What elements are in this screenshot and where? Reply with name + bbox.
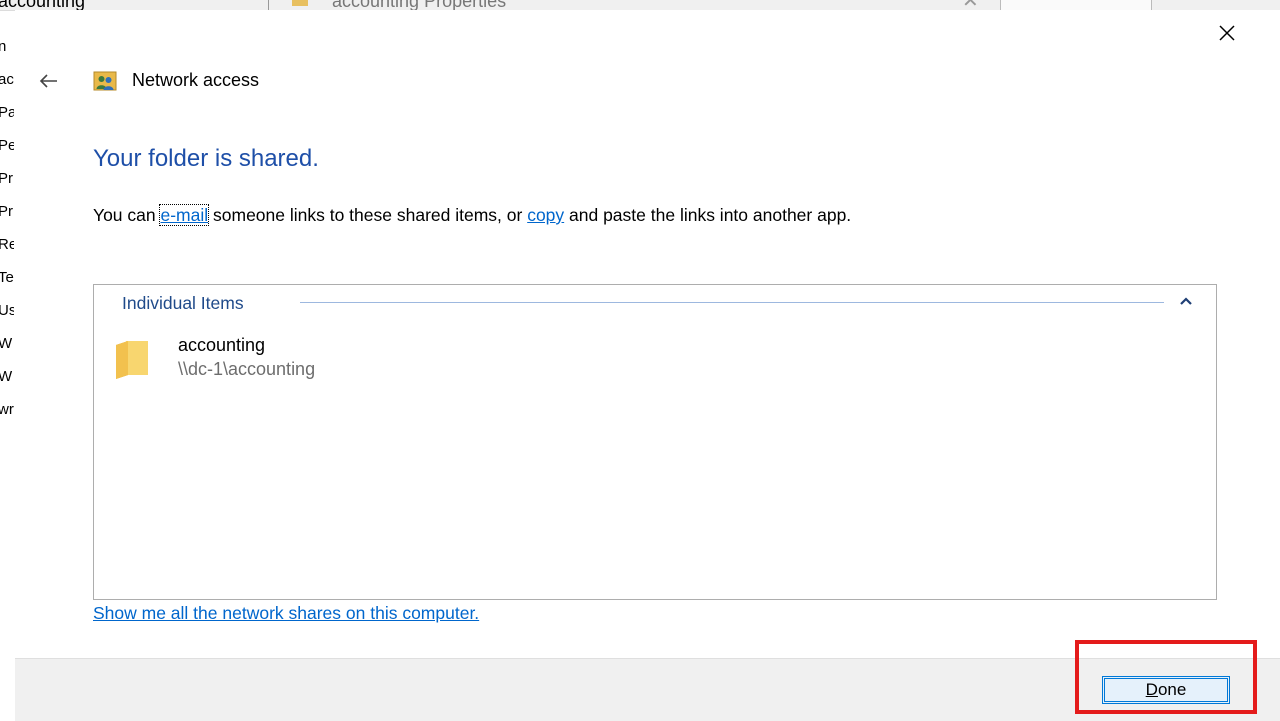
close-button[interactable] xyxy=(1210,16,1244,50)
list-item: Pr xyxy=(0,170,13,187)
list-item: Pa xyxy=(0,104,14,121)
collapse-group-button[interactable] xyxy=(1174,289,1198,313)
dialog-title: Network access xyxy=(132,70,260,90)
page-title: Your folder is shared. xyxy=(93,145,319,172)
close-icon xyxy=(1219,25,1235,41)
list-item: Te xyxy=(0,269,14,286)
done-button[interactable]: Done xyxy=(1102,676,1230,704)
list-item: wr xyxy=(0,401,14,418)
divider xyxy=(268,0,269,10)
background-window-control xyxy=(1000,0,1152,10)
background-list: n ac Pa Pe Pr Pr Re Te Us W W wr xyxy=(0,30,14,426)
network-access-dialog: Network access Your folder is shared. Yo… xyxy=(15,10,1280,721)
button-mnemonic: D xyxy=(1145,680,1158,699)
folder-icon xyxy=(116,341,148,379)
show-network-shares-link[interactable]: Show me all the network shares on this c… xyxy=(93,603,479,624)
list-item: Pr xyxy=(0,203,13,220)
copy-link[interactable]: copy xyxy=(527,205,564,225)
list-item: ac xyxy=(0,71,14,88)
list-item: Pe xyxy=(0,137,14,154)
shared-items-list: Individual Items accounting \\dc-1\accou… xyxy=(93,284,1217,600)
share-description: You can e-mail someone links to these sh… xyxy=(93,204,852,226)
back-arrow-icon xyxy=(39,74,57,88)
list-item: Re xyxy=(0,236,14,253)
network-users-icon xyxy=(93,71,117,91)
description-text: someone links to these shared items, or xyxy=(208,205,528,225)
list-item[interactable]: accounting \\dc-1\accounting xyxy=(112,333,812,383)
list-item: W xyxy=(0,368,13,385)
chevron-up-icon xyxy=(1180,297,1192,305)
dialog-footer: Done xyxy=(15,658,1280,721)
list-item: W xyxy=(0,335,13,352)
item-name: accounting xyxy=(178,335,266,355)
group-divider xyxy=(300,302,1164,303)
group-header: Individual Items xyxy=(122,293,244,313)
folder-icon xyxy=(292,0,308,6)
description-text: You can xyxy=(93,205,161,225)
description-text: and paste the links into another app. xyxy=(564,205,852,225)
back-button[interactable] xyxy=(33,66,63,96)
list-item: Us xyxy=(0,302,14,319)
list-item: n xyxy=(0,38,7,55)
button-label: one xyxy=(1157,680,1187,699)
item-path: \\dc-1\accounting xyxy=(178,359,316,379)
email-link[interactable]: e-mail xyxy=(159,204,210,226)
